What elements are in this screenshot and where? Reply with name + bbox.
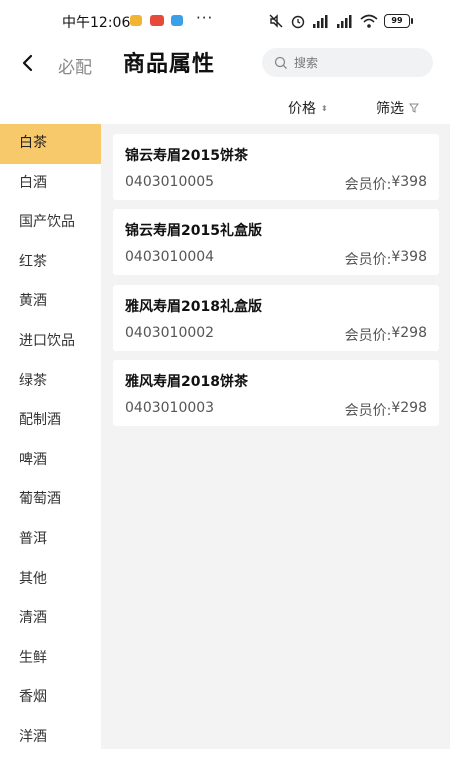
price-label: 会员价: [344, 177, 392, 193]
alarm-icon [291, 15, 305, 29]
price-value: ¥298 [391, 325, 427, 341]
product-code: 0403010003 [125, 400, 215, 416]
signal-icon [337, 15, 352, 28]
sidebar-item-domestic-drinks[interactable]: 国产饮品 [0, 203, 101, 243]
product-name: 锦云寿眉2015礼盒版 [125, 223, 262, 239]
back-button[interactable] [16, 48, 42, 78]
sort-arrows-icon: ⬍ [321, 103, 328, 113]
sidebar-item-sake[interactable]: 清酒 [0, 599, 101, 639]
status-time: 中午12:06 [62, 15, 131, 31]
sidebar-item-imported-drinks[interactable]: 进口饮品 [0, 322, 101, 362]
product-list: 锦云寿眉2015饼茶 0403010005 会员价: ¥398 锦云寿眉2015礼… [101, 124, 450, 749]
price-value: ¥398 [391, 249, 427, 265]
product-card[interactable]: 锦云寿眉2015礼盒版 0403010004 会员价: ¥398 [113, 209, 439, 275]
product-code: 0403010002 [125, 325, 215, 341]
product-name: 雅风寿眉2018礼盒版 [125, 299, 262, 315]
sidebar-item-yellow-wine[interactable]: 黄酒 [0, 282, 101, 322]
sort-price-label: 价格 [288, 101, 316, 117]
price-label: 会员价: [344, 252, 392, 268]
category-sidebar: 白茶 白酒 国产饮品 红茶 黄酒 进口饮品 绿茶 配制酒 啤酒 葡萄酒 普洱 其… [0, 124, 101, 749]
filter-icon [409, 103, 419, 113]
product-price: 会员价: ¥398 [345, 174, 427, 194]
sidebar-item-cigarettes[interactable]: 香烟 [0, 678, 101, 718]
sidebar-item-mixed-liquor[interactable]: 配制酒 [0, 401, 101, 441]
mute-icon [269, 14, 283, 28]
cloud-notification-icon [171, 15, 183, 26]
status-bar: 中午12:06 ··· 99 [0, 0, 450, 40]
sidebar-item-baicha[interactable]: 白茶 [0, 124, 101, 164]
price-value: ¥298 [391, 400, 427, 416]
product-name: 锦云寿眉2015饼茶 [125, 148, 248, 164]
more-notifications-icon: ··· [196, 9, 214, 27]
header-subtitle: 必配 [58, 58, 92, 78]
product-code: 0403010005 [125, 174, 215, 190]
product-card[interactable]: 锦云寿眉2015饼茶 0403010005 会员价: ¥398 [113, 134, 439, 200]
filter-label: 筛选 [376, 101, 404, 117]
product-card[interactable]: 雅风寿眉2018礼盒版 0403010002 会员价: ¥298 [113, 285, 439, 351]
sidebar-item-green-tea[interactable]: 绿茶 [0, 362, 101, 402]
sidebar-item-other[interactable]: 其他 [0, 560, 101, 600]
sort-price-button[interactable]: 价格 ⬍ [288, 98, 328, 118]
filter-button[interactable]: 筛选 [376, 98, 419, 118]
page-title: 商品属性 [123, 52, 216, 77]
sidebar-item-beer[interactable]: 啤酒 [0, 441, 101, 481]
signal-hd-icon [313, 15, 328, 28]
news-notification-icon [150, 15, 164, 26]
sidebar-item-puer[interactable]: 普洱 [0, 520, 101, 560]
battery-icon: 99 [384, 14, 413, 28]
wifi-icon [360, 14, 378, 28]
product-price: 会员价: ¥298 [345, 325, 427, 345]
search-icon [274, 56, 287, 69]
search-input[interactable]: 搜索 [262, 48, 433, 77]
sidebar-item-black-tea[interactable]: 红茶 [0, 243, 101, 283]
product-price: 会员价: ¥398 [345, 249, 427, 269]
sidebar-item-grape-wine[interactable]: 葡萄酒 [0, 480, 101, 520]
sort-bar: 价格 ⬍ 筛选 [0, 90, 450, 122]
product-price: 会员价: ¥298 [345, 400, 427, 420]
app-notification-icon [130, 15, 142, 26]
header: 必配 商品属性 搜索 [0, 40, 450, 86]
product-card[interactable]: 雅风寿眉2018饼茶 0403010003 会员价: ¥298 [113, 360, 439, 426]
product-name: 雅风寿眉2018饼茶 [125, 374, 248, 390]
sidebar-item-baijiu[interactable]: 白酒 [0, 164, 101, 204]
search-placeholder: 搜索 [294, 56, 319, 70]
price-value: ¥398 [391, 174, 427, 190]
sidebar-item-fresh[interactable]: 生鲜 [0, 639, 101, 679]
product-code: 0403010004 [125, 249, 215, 265]
status-indicators: 99 [268, 11, 413, 31]
chevron-left-icon [22, 54, 33, 72]
price-label: 会员价: [344, 328, 392, 344]
sidebar-item-foreign-liquor[interactable]: 洋酒 [0, 718, 101, 758]
price-label: 会员价: [344, 403, 392, 419]
